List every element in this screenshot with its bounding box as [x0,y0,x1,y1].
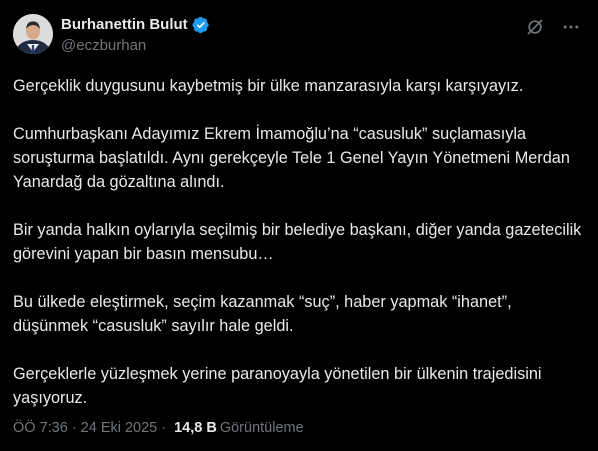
author-display-name[interactable]: Burhanettin Bulut [61,16,188,33]
post-card: Burhanettin Bulut @eczburhan Gerçeklik d… [0,0,598,451]
post-text: Gerçeklik duygusunu kaybetmiş bir ülke m… [13,74,585,410]
post-meta: ÖÖ 7:36 · 24 Eki 2025 · 14,8 B Görüntüle… [13,420,304,436]
meta-separator: · [161,420,167,436]
author-handle[interactable]: @eczburhan [61,37,210,54]
post-paragraph: Cumhurbaşkanı Adayımız Ekrem İmamoğlu’na… [13,125,570,191]
header-actions [524,16,582,38]
post-paragraph: Bu ülkede eleştirmek, seçim kazanmak “su… [13,293,512,335]
post-paragraph: Gerçeklerle yüzleşmek yerine paranoyayla… [13,365,542,407]
views-count[interactable]: 14,8 B [174,420,217,436]
post-paragraph: Gerçeklik duygusunu kaybetmiş bir ülke m… [13,77,524,95]
author-info: Burhanettin Bulut @eczburhan [61,15,210,54]
post-paragraph: Bir yanda halkın oylarıyla seçilmiş bir … [13,221,582,263]
post-header: Burhanettin Bulut @eczburhan [13,12,582,56]
avatar[interactable] [13,14,53,54]
post-date[interactable]: 24 Eki 2025 [81,420,158,436]
avatar-image [13,14,53,54]
meta-separator: · [71,420,77,436]
post-time[interactable]: ÖÖ 7:36 [13,420,68,436]
verified-badge-icon [192,16,210,34]
grok-icon[interactable] [524,16,546,38]
more-icon[interactable] [560,16,582,38]
views-label: Görüntüleme [219,420,304,436]
